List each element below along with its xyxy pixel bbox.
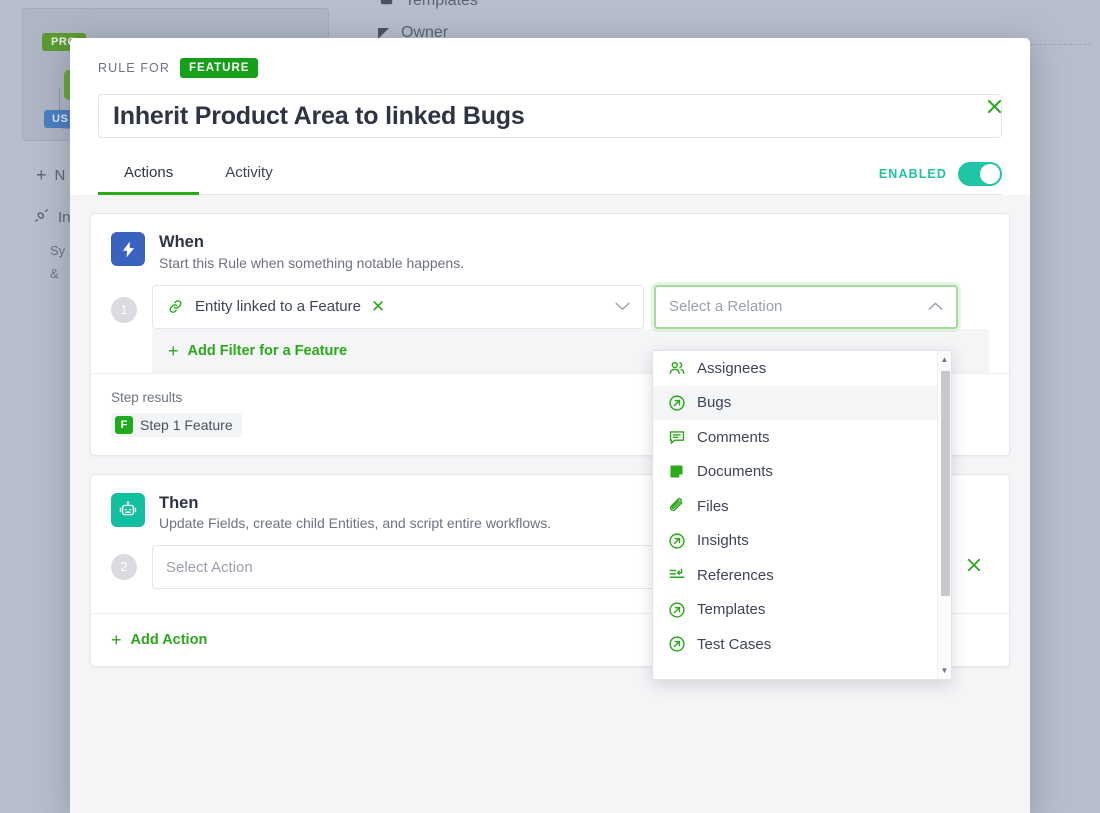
arrow-circle-icon	[667, 600, 686, 619]
when-step-fields: Entity linked to a Feature ✕ Select a Re…	[152, 285, 989, 329]
trigger-select[interactable]: Entity linked to a Feature ✕	[152, 285, 644, 329]
trigger-value: Entity linked to a Feature	[195, 298, 361, 315]
feature-initial-icon: F	[115, 416, 133, 434]
background-new-label: N	[55, 167, 66, 184]
robot-icon	[111, 493, 145, 527]
close-button[interactable]	[980, 92, 1008, 120]
paperclip-icon	[667, 497, 686, 516]
assignees-icon	[667, 359, 686, 378]
relation-option-templates[interactable]: Templates	[653, 593, 937, 628]
step-result-chip[interactable]: F Step 1 Feature	[111, 413, 242, 437]
arrow-circle-icon	[667, 531, 686, 550]
relation-dropdown: Assignees Bugs Comments	[652, 350, 952, 680]
background-sub-line-1: Sy	[50, 243, 65, 258]
comment-icon	[667, 428, 686, 447]
when-step-row: 1 Entity linked to a Feature ✕	[91, 285, 1009, 329]
dropdown-scrollbar[interactable]: ▲ ▼	[937, 351, 951, 679]
relation-option-label: Test Cases	[697, 636, 771, 653]
tab-actions[interactable]: Actions	[98, 154, 199, 195]
tabs-row: Actions Activity ENABLED	[98, 154, 1002, 195]
templates-icon	[380, 0, 393, 10]
relation-option-assignees[interactable]: Assignees	[653, 351, 937, 386]
close-icon	[966, 557, 982, 573]
triangle-down-icon[interactable]: ▼	[941, 662, 949, 679]
action-placeholder: Select Action	[166, 559, 253, 576]
relation-option-label: Documents	[697, 463, 773, 480]
when-card-header: When Start this Rule when something nota…	[91, 214, 1009, 285]
action-remove-button[interactable]	[966, 557, 982, 577]
relation-option-label: Files	[697, 498, 729, 515]
then-subtitle: Update Fields, create child Entities, an…	[159, 515, 551, 531]
add-filter-label: Add Filter for a Feature	[188, 343, 348, 359]
enabled-label: ENABLED	[879, 167, 947, 181]
link-icon	[166, 297, 185, 316]
step-result-chip-label: Step 1 Feature	[140, 417, 233, 433]
relation-placeholder: Select a Relation	[669, 298, 782, 315]
rule-for-row: RULE FOR FEATURE	[98, 56, 1002, 80]
plus-icon: +	[36, 166, 47, 184]
close-icon	[986, 98, 1003, 115]
background-templates-item[interactable]: Templates	[380, 0, 478, 10]
add-filter-button[interactable]: + Add Filter for a Feature	[168, 342, 347, 360]
relation-option-label: Insights	[697, 532, 749, 549]
enabled-toggle-wrap: ENABLED	[879, 162, 1002, 186]
relation-select[interactable]: Select a Relation	[654, 285, 958, 329]
document-icon	[667, 462, 686, 481]
arrow-circle-icon	[667, 393, 686, 412]
relation-option-label: Comments	[697, 429, 770, 446]
relation-option-documents[interactable]: Documents	[653, 455, 937, 490]
step-number-2: 2	[111, 554, 137, 580]
relation-option-insights[interactable]: Insights	[653, 524, 937, 559]
flag-icon	[378, 28, 389, 39]
step-number-1: 1	[111, 297, 137, 323]
when-title: When	[159, 232, 464, 253]
chevron-up-icon	[928, 298, 943, 315]
trigger-remove-button[interactable]: ✕	[371, 298, 385, 315]
relation-option-test-cases[interactable]: Test Cases	[653, 627, 937, 662]
chevron-down-icon	[615, 298, 630, 315]
relation-option-label: Bugs	[697, 394, 731, 411]
enabled-toggle[interactable]	[958, 162, 1002, 186]
relation-option-label: Assignees	[697, 360, 766, 377]
rule-for-label: RULE FOR	[98, 61, 170, 75]
rule-title-input[interactable]: Inherit Product Area to linked Bugs	[98, 94, 1002, 138]
add-action-label: Add Action	[131, 632, 208, 648]
relation-option-bugs[interactable]: Bugs	[653, 386, 937, 421]
relation-option-comments[interactable]: Comments	[653, 420, 937, 455]
background-integrations-item[interactable]: In	[33, 207, 71, 228]
modal-header: RULE FOR FEATURE Inherit Product Area to…	[70, 38, 1030, 195]
arrow-circle-icon	[667, 635, 686, 654]
entity-type-badge: FEATURE	[180, 58, 258, 78]
plus-icon: +	[168, 342, 179, 360]
then-title: Then	[159, 493, 551, 514]
background-new-item[interactable]: + N	[36, 166, 65, 184]
relation-option-label: Templates	[697, 601, 765, 618]
plus-icon: +	[111, 631, 122, 649]
relation-option-files[interactable]: Files	[653, 489, 937, 524]
background-sub-line-2: &	[50, 266, 59, 281]
lightning-bolt-icon	[111, 232, 145, 266]
when-subtitle: Start this Rule when something notable h…	[159, 255, 464, 271]
integrations-icon	[33, 207, 50, 228]
background-integrations-label: In	[58, 209, 71, 226]
background-templates-label: Templates	[405, 0, 478, 10]
references-icon	[667, 566, 686, 585]
triangle-up-icon[interactable]: ▲	[941, 351, 949, 368]
relation-option-label: References	[697, 567, 774, 584]
relation-option-references[interactable]: References	[653, 558, 937, 593]
toggle-knob	[980, 164, 1000, 184]
tab-activity[interactable]: Activity	[199, 154, 299, 195]
relation-dropdown-list: Assignees Bugs Comments	[653, 351, 937, 679]
scrollbar-thumb[interactable]	[941, 371, 950, 596]
